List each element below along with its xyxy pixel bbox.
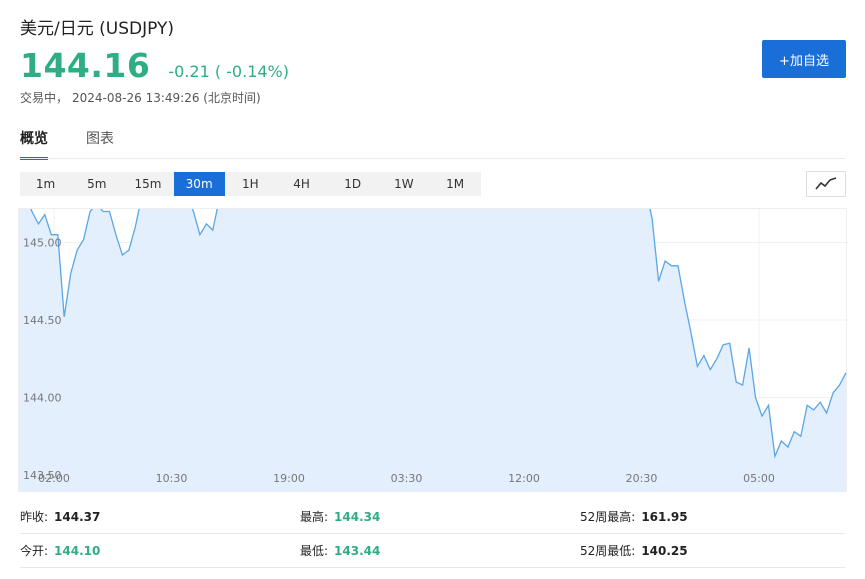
instrument-title: 美元/日元 (USDJPY) — [20, 19, 174, 39]
stat-prev-close: 昨收: 144.37 — [20, 508, 100, 525]
stat-52w-low: 52周最低: 140.25 — [580, 542, 688, 559]
period-1m[interactable]: 1m — [20, 172, 71, 196]
y-tick-label: 144.00 — [23, 392, 62, 405]
period-1h[interactable]: 1H — [225, 172, 276, 196]
stat-label: 昨收: — [20, 510, 49, 524]
stat-value: 144.34 — [334, 510, 381, 524]
x-tick-label: 20:30 — [626, 472, 658, 485]
price-chart-svg: 146.50146.00145.50145.00144.50144.00143.… — [19, 209, 848, 492]
stats-row: 今开: 144.10 最低: 143.44 52周最低: 140.25 — [20, 534, 845, 568]
stat-value: 143.44 — [334, 544, 381, 558]
status-label: 交易中， — [20, 91, 69, 105]
period-1w[interactable]: 1W — [378, 172, 429, 196]
price-area — [19, 209, 846, 492]
period-15m[interactable]: 15m — [122, 172, 173, 196]
tab-divider — [20, 158, 845, 159]
stat-high: 最高: 144.34 — [300, 508, 380, 525]
stats-row: 昨收: 144.37 最高: 144.34 52周最高: 161.95 — [20, 500, 845, 534]
chart-type-button[interactable] — [806, 171, 846, 197]
y-tick-label: 145.00 — [23, 237, 62, 250]
price-change: -0.21 ( -0.14%) — [168, 62, 289, 81]
stat-value: 144.37 — [54, 510, 101, 524]
stat-value: 161.95 — [641, 510, 688, 524]
x-tick-label: 02:00 — [38, 472, 70, 485]
stat-open: 今开: 144.10 — [20, 542, 100, 559]
stat-label: 最高: — [300, 510, 329, 524]
tab-bar: 概览 图表 — [20, 128, 152, 160]
stat-label: 52周最低: — [580, 544, 636, 558]
x-tick-label: 10:30 — [156, 472, 188, 485]
period-4h[interactable]: 4H — [276, 172, 327, 196]
period-1mo[interactable]: 1M — [430, 172, 481, 196]
trading-status: 交易中， 2024-08-26 13:49:26 (北京时间) — [20, 89, 261, 106]
period-30m[interactable]: 30m — [173, 172, 225, 196]
price-row: 144.16 -0.21 ( -0.14%) — [20, 46, 289, 85]
stat-value: 140.25 — [641, 544, 688, 558]
tab-overview[interactable]: 概览 — [20, 128, 48, 160]
price-chart: 146.50146.00145.50145.00144.50144.00143.… — [18, 208, 848, 492]
stat-label: 今开: — [20, 544, 49, 558]
period-selector: 1m 5m 15m 30m 1H 4H 1D 1W 1M — [20, 172, 481, 196]
timestamp: 2024-08-26 13:49:26 (北京时间) — [72, 91, 261, 105]
x-tick-label: 19:00 — [273, 472, 305, 485]
x-tick-label: 05:00 — [743, 472, 775, 485]
period-1d[interactable]: 1D — [327, 172, 378, 196]
stat-value: 144.10 — [54, 544, 101, 558]
current-price: 144.16 — [20, 46, 151, 85]
y-tick-label: 144.50 — [23, 314, 62, 327]
period-5m[interactable]: 5m — [71, 172, 122, 196]
stat-label: 52周最高: — [580, 510, 636, 524]
stat-low: 最低: 143.44 — [300, 542, 380, 559]
stats-table: 昨收: 144.37 最高: 144.34 52周最高: 161.95 今开: 144.… — [20, 500, 845, 568]
line-chart-icon — [815, 177, 837, 190]
tab-chart[interactable]: 图表 — [86, 128, 114, 160]
x-tick-label: 12:00 — [508, 472, 540, 485]
add-to-watchlist-button[interactable]: +加自选 — [762, 40, 846, 78]
x-tick-label: 03:30 — [391, 472, 423, 485]
stat-label: 最低: — [300, 544, 329, 558]
stat-52w-high: 52周最高: 161.95 — [580, 508, 688, 525]
